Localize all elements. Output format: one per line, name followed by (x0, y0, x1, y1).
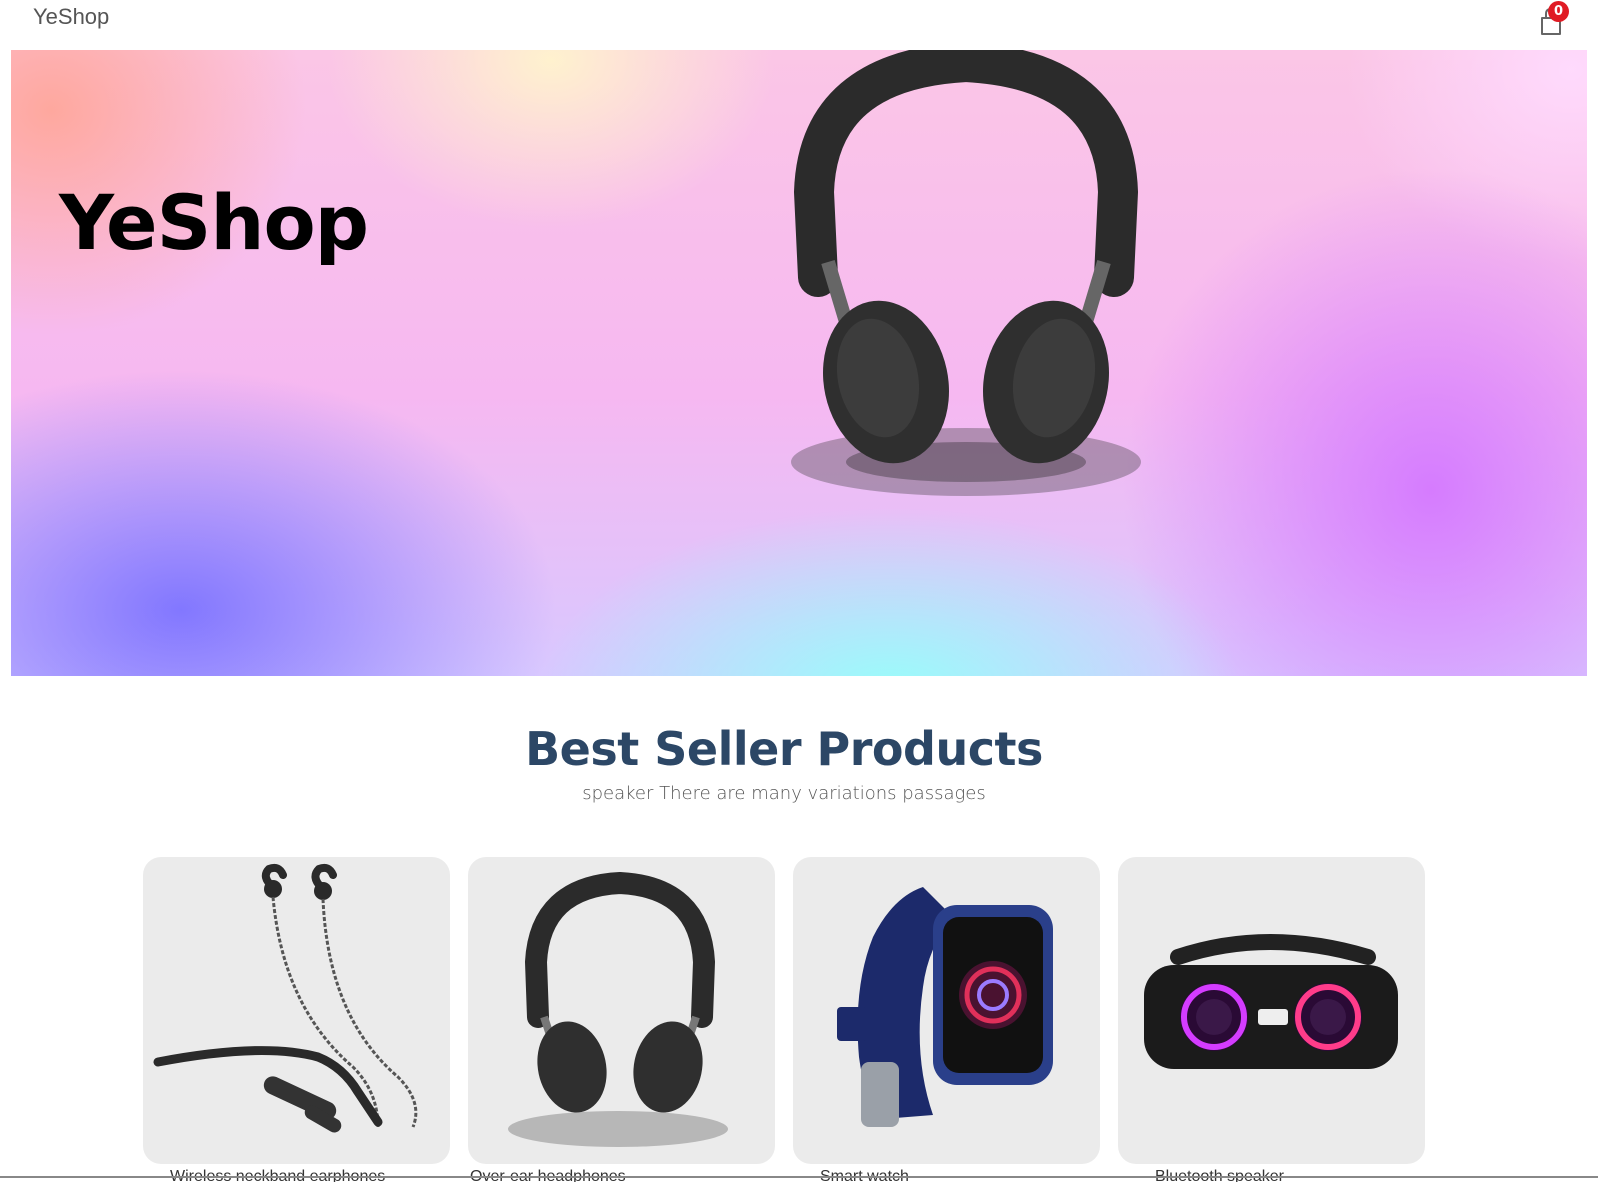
hero-banner: YeShop (11, 50, 1587, 676)
smartwatch-image (837, 887, 1053, 1127)
product-title: Wireless neckband earphones (170, 1168, 386, 1182)
product-card-speaker[interactable] (1118, 857, 1425, 1164)
product-card-headphones[interactable] (468, 857, 775, 1164)
product-card-smartwatch[interactable] (793, 857, 1100, 1164)
cart-count-badge: 0 (1548, 1, 1569, 22)
neckband-earphones-image (153, 863, 418, 1133)
product-title: Bluetooth speaker (1155, 1168, 1284, 1182)
section-title: Best Seller Products (525, 722, 1043, 776)
product-title: Smart watch (820, 1168, 909, 1182)
boombox-speaker-image (1144, 934, 1398, 1069)
horizontal-scrollbar[interactable] (0, 1176, 1598, 1178)
section-subtitle: speaker There are many variations passag… (582, 783, 986, 804)
headphones-image (791, 50, 1141, 496)
headphones-image (508, 871, 728, 1147)
navbar: YeShop 0 (0, 0, 1598, 50)
brand-logo[interactable]: YeShop (33, 4, 109, 30)
hero-title: YeShop (59, 178, 369, 267)
product-card-neckband[interactable] (143, 857, 450, 1164)
product-title: Over-ear headphones (470, 1168, 626, 1182)
